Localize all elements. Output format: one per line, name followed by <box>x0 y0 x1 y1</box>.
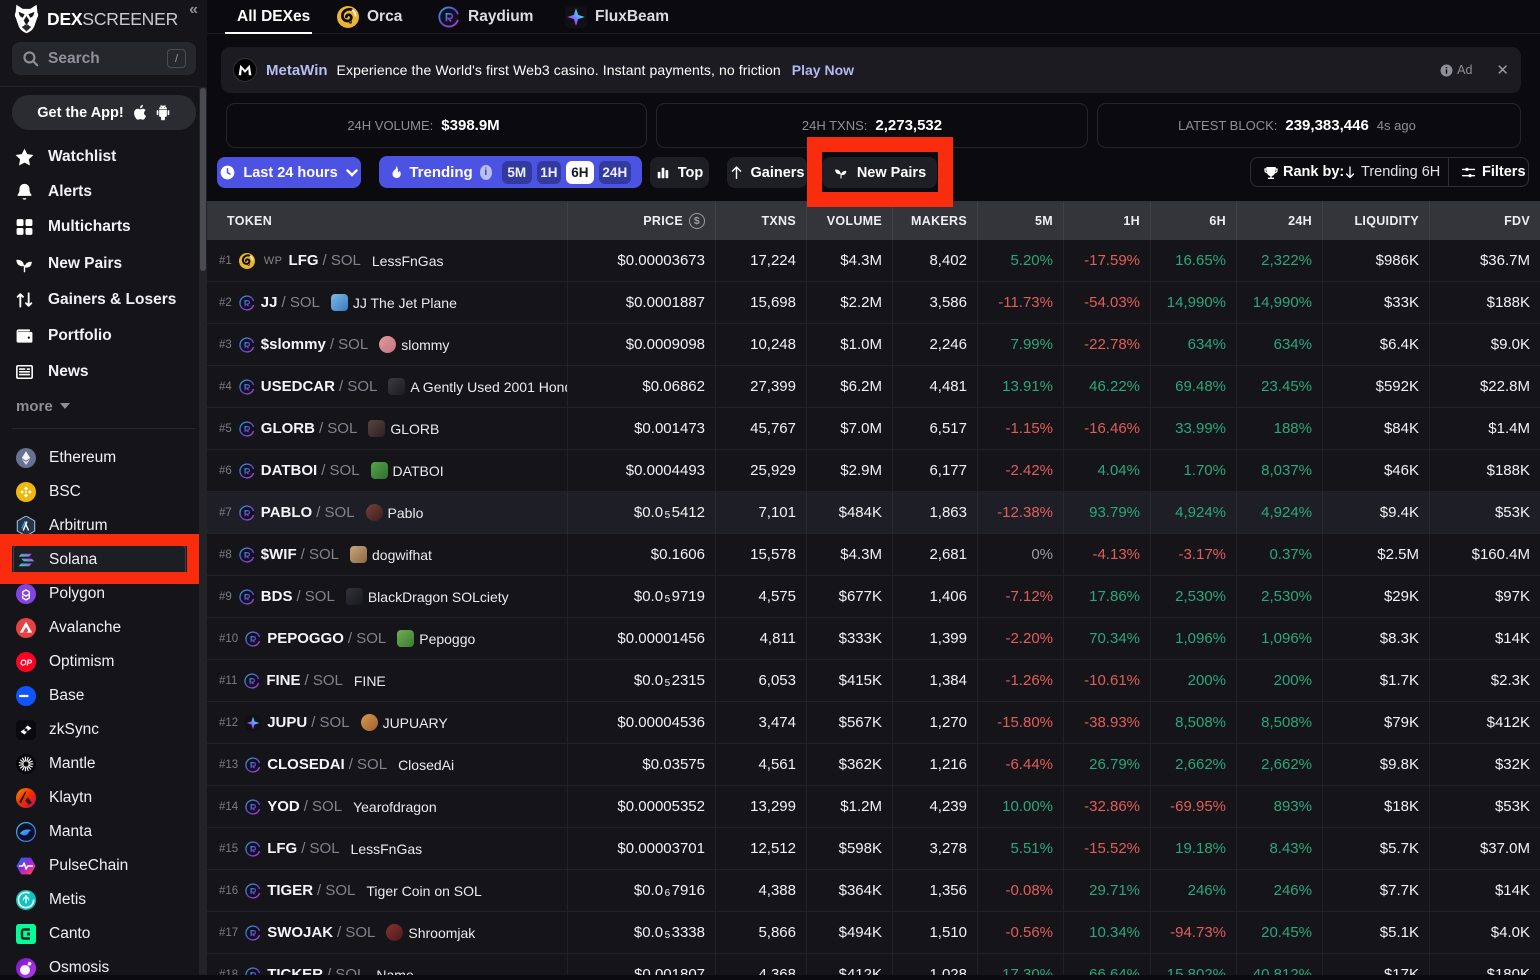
svg-text:OP: OP <box>20 658 32 667</box>
